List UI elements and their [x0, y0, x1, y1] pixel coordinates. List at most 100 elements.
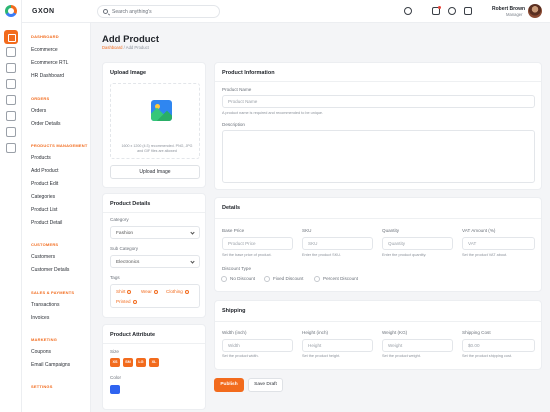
weight-hint: Set the product weight. [382, 354, 421, 358]
publish-button[interactable]: Publish [214, 378, 244, 392]
tag-chip[interactable]: Shirt [116, 289, 132, 294]
card-title: Upload Image [110, 70, 147, 76]
sidebar-item-hr-dashboard[interactable]: HR Dashboard [31, 73, 64, 79]
color-swatch[interactable] [110, 385, 120, 394]
vat-label: VAT Amount (%) [462, 228, 496, 233]
weight-input[interactable] [382, 339, 453, 352]
subcategory-select[interactable]: Electronics [110, 255, 200, 268]
sidebar-section-dashboard: DASHBOARD [31, 34, 59, 39]
sidebar-item-product-detail[interactable]: Product Detail [31, 220, 62, 226]
sidebar-item-customers[interactable]: Customers [31, 254, 55, 260]
shipping-cost-input[interactable] [462, 339, 535, 352]
category-select[interactable]: Fashion [110, 226, 200, 239]
chat-icon[interactable] [464, 7, 472, 15]
calendar-icon[interactable] [6, 47, 16, 57]
apps-icon[interactable] [6, 95, 16, 105]
size-option[interactable]: XS [110, 358, 120, 367]
tag-chip[interactable]: Wear [141, 289, 158, 294]
quantity-label: Quantity [382, 228, 400, 233]
avatar[interactable] [528, 4, 542, 18]
discount-type-label: Discount Type [222, 266, 252, 271]
height-label: Height (inch) [302, 330, 329, 335]
sidebar-item-product-edit[interactable]: Product Edit [31, 181, 58, 187]
card-title: Product Information [222, 70, 275, 76]
shield-icon[interactable] [6, 143, 16, 153]
discount-option-fixed[interactable]: Fixed Discount [264, 276, 303, 282]
tag-chip[interactable]: Printed [116, 299, 137, 304]
quantity-hint: Enter the product quantity. [382, 253, 427, 257]
image-dropzone[interactable]: 1600 x 1200 (4:3) recommended. PNG, JPG … [110, 83, 200, 159]
breadcrumb-dashboard[interactable]: Dashboard [102, 45, 123, 50]
discount-option-none[interactable]: No Discount [221, 276, 255, 282]
sidebar-section-marketing: MARKETING [31, 337, 58, 342]
settings-icon[interactable] [404, 7, 412, 15]
sidebar-item-email-campaigns[interactable]: Email Campaigns [31, 362, 70, 368]
product-name-input[interactable] [222, 95, 535, 108]
size-label: Size [110, 349, 119, 354]
close-icon[interactable] [127, 289, 132, 294]
layers-icon[interactable] [6, 111, 16, 121]
sidebar: DASHBOARD Ecommerce Ecommerce RTL HR Das… [22, 23, 91, 412]
breadcrumb-separator: / [123, 45, 125, 50]
card-title: Product Attribute [110, 332, 156, 338]
file-icon[interactable] [6, 63, 16, 73]
tag-chip[interactable]: Clothing [166, 289, 189, 294]
bell-icon[interactable] [448, 7, 456, 15]
sidebar-item-ecommerce[interactable]: Ecommerce [31, 47, 58, 53]
brand-name: GXON [32, 8, 55, 15]
card-title: Product Details [110, 201, 151, 207]
sidebar-item-orders[interactable]: Orders [31, 108, 46, 114]
close-icon[interactable] [184, 289, 189, 294]
chevron-down-icon [190, 259, 195, 264]
save-draft-button[interactable]: Save Draft [248, 378, 283, 392]
search-input[interactable] [112, 9, 212, 15]
width-label: Width (inch) [222, 330, 247, 335]
tags-input[interactable]: Shirt Wear Clothing Printed [110, 284, 200, 308]
width-input[interactable] [222, 339, 293, 352]
discount-option-percent[interactable]: Percent Discount [314, 276, 358, 282]
sidebar-item-add-product[interactable]: Add Product [31, 168, 59, 174]
base-price-input[interactable] [222, 237, 293, 250]
breadcrumb: Dashboard / Add Product [102, 45, 149, 50]
category-value: Fashion [116, 231, 134, 236]
close-icon[interactable] [153, 289, 158, 294]
search-box[interactable] [97, 5, 220, 18]
vat-input[interactable] [462, 237, 535, 250]
sidebar-section-sales: SALES & PAYMENTS [31, 290, 75, 295]
sidebar-item-products[interactable]: Products [31, 155, 51, 161]
sidebar-item-coupons[interactable]: Coupons [31, 349, 51, 355]
top-bar: GXON Robert Brown Manager [22, 0, 550, 23]
weight-label: Weight (KG) [382, 330, 408, 335]
upload-help-text: 1600 x 1200 (4:3) recommended. PNG, JPG … [121, 144, 193, 153]
width-hint: Set the product width. [222, 354, 259, 358]
shipping-cost-hint: Set the product shipping cost. [462, 354, 513, 358]
subcategory-label: Sub Category [110, 246, 139, 251]
size-option[interactable]: SM [123, 358, 133, 367]
grid-icon[interactable] [4, 30, 18, 44]
sidebar-section-products: PRODUCTS MANAGEMENT [31, 143, 88, 148]
shipping-cost-label: Shipping Cost [462, 330, 491, 335]
sidebar-item-invoices[interactable]: Invoices [31, 315, 49, 321]
sidebar-item-order-details[interactable]: Order Details [31, 121, 60, 127]
chat-icon[interactable] [6, 79, 16, 89]
shipping-card: Shipping Width (inch) Set the product wi… [214, 300, 542, 370]
sidebar-item-product-list[interactable]: Product List [31, 207, 57, 213]
size-option[interactable]: LG [136, 358, 146, 367]
description-textarea[interactable] [222, 130, 535, 183]
sidebar-item-transactions[interactable]: Transactions [31, 302, 59, 308]
sku-input[interactable] [302, 237, 373, 250]
document-icon[interactable] [6, 127, 16, 137]
sidebar-item-customer-details[interactable]: Customer Details [31, 267, 69, 273]
quantity-input[interactable] [382, 237, 453, 250]
sidebar-item-categories[interactable]: Categories [31, 194, 55, 200]
upload-image-button[interactable]: Upload Image [110, 165, 200, 179]
subcategory-value: Electronics [116, 260, 140, 265]
icon-rail [0, 0, 22, 412]
size-option[interactable]: XL [149, 358, 159, 367]
close-icon[interactable] [132, 299, 137, 304]
sidebar-item-ecommerce-rtl[interactable]: Ecommerce RTL [31, 60, 68, 66]
height-input[interactable] [302, 339, 373, 352]
vat-hint: Set the product VAT about. [462, 253, 508, 257]
card-title: Shipping [222, 308, 246, 314]
mail-icon[interactable] [432, 6, 441, 15]
